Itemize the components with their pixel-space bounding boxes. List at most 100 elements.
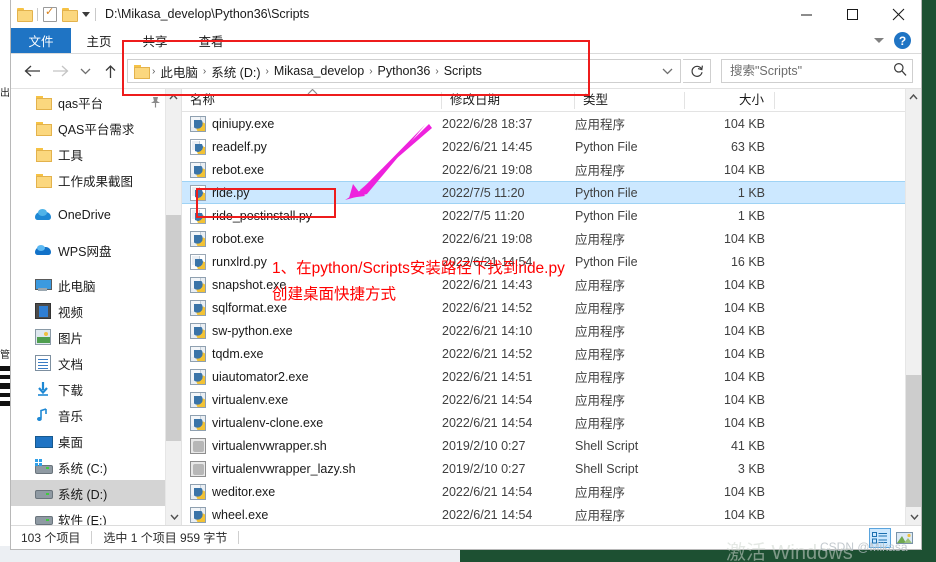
recent-locations-button[interactable]: [75, 58, 95, 84]
scroll-up-icon[interactable]: [166, 89, 181, 105]
file-date-cell: 2022/6/21 14:51: [442, 369, 533, 384]
file-type-cell: Python File: [575, 208, 638, 223]
annotation-text-line1: 1、在python/Scripts安装路径下找到ride.py: [272, 260, 565, 277]
refresh-icon[interactable]: [683, 59, 711, 83]
sidebar-item-12[interactable]: 桌面: [11, 428, 181, 454]
sidebar-item-6[interactable]: 此电脑: [11, 272, 181, 298]
file-name-cell: weditor.exe: [182, 483, 442, 500]
large-icons-view-icon[interactable]: [893, 528, 915, 548]
navigation-scroll-thumb[interactable]: [166, 215, 181, 441]
sidebar-item-label: 软件 (E:): [58, 513, 107, 526]
chevron-down-icon[interactable]: [82, 11, 90, 17]
breadcrumb-item-mikasa-develop[interactable]: Mikasa_develop: [270, 64, 368, 78]
table-row[interactable]: qiniupy.exe 2022/6/28 18:37 应用程序 104 KB: [182, 112, 905, 135]
sidebar-item-9[interactable]: 文档: [11, 350, 181, 376]
sidebar-item-15[interactable]: 软件 (E:): [11, 506, 181, 525]
table-row[interactable]: virtualenv.exe 2022/6/21 14:54 应用程序 104 KB: [182, 388, 905, 411]
file-type-cell: 应用程序: [575, 233, 626, 247]
sidebar-item-label: QAS平台需求: [58, 122, 135, 137]
exe-file-icon: [190, 276, 206, 293]
table-row[interactable]: wheel.exe 2022/6/21 14:54 应用程序 104 KB: [182, 503, 905, 525]
close-icon[interactable]: [875, 0, 921, 28]
forward-button[interactable]: [47, 58, 73, 84]
details-view-icon[interactable]: [869, 527, 891, 548]
scroll-down-icon[interactable]: [166, 509, 181, 525]
maximize-icon[interactable]: [829, 0, 875, 28]
breadcrumb-item-scripts[interactable]: Scripts: [440, 64, 486, 78]
table-row[interactable]: virtualenvwrapper_lazy.sh 2019/2/10 0:27 S…: [182, 457, 905, 480]
table-row[interactable]: robot.exe 2022/6/21 19:08 应用程序 104 KB: [182, 227, 905, 250]
navigation-list: qas平台 QAS平台需求工具 工作成果截图 OneDrive WPS网盘此电脑 视频 图片…: [11, 89, 181, 525]
table-row[interactable]: ride_postinstall.py 2022/7/5 11:20 Python …: [182, 204, 905, 227]
file-type-cell: 应用程序: [575, 348, 626, 362]
table-row[interactable]: virtualenvwrapper.sh 2019/2/10 0:27 Shell …: [182, 434, 905, 457]
sidebar-item-4[interactable]: OneDrive: [11, 202, 181, 228]
pics-icon: [35, 329, 51, 345]
tab-file[interactable]: 文件: [11, 28, 71, 53]
scroll-down-icon[interactable]: [906, 509, 921, 525]
column-header-date[interactable]: 修改日期: [442, 91, 575, 109]
table-row[interactable]: ride.py 2022/7/5 11:20 Python File 1 KB: [182, 181, 905, 204]
properties-checkbox-icon[interactable]: [43, 5, 57, 22]
sidebar-item-11[interactable]: 音乐: [11, 402, 181, 428]
sort-ascending-icon: [307, 89, 318, 98]
breadcrumb-item-this-pc[interactable]: 此电脑: [156, 62, 202, 81]
help-icon[interactable]: ?: [894, 32, 911, 49]
pin-icon[interactable]: [150, 96, 161, 108]
search-icon[interactable]: [893, 62, 907, 81]
file-name-label: ride.py: [212, 185, 250, 200]
column-header-type[interactable]: 类型: [575, 91, 685, 109]
sidebar-item-0[interactable]: qas平台: [11, 89, 181, 115]
back-button[interactable]: [19, 58, 45, 84]
table-row[interactable]: tqdm.exe 2022/6/21 14:52 应用程序 104 KB: [182, 342, 905, 365]
sidebar-item-13[interactable]: 系统 (C:): [11, 454, 181, 480]
desktop-edge-block: [0, 401, 10, 406]
search-input[interactable]: [728, 63, 893, 79]
py-file-icon: [190, 253, 206, 270]
sidebar-item-10[interactable]: 下载: [11, 376, 181, 402]
desktop-edge-block: [0, 375, 10, 379]
table-row[interactable]: weditor.exe 2022/6/21 14:54 应用程序 104 KB: [182, 480, 905, 503]
breadcrumb-bar[interactable]: › 此电脑 › 系统 (D:) › Mikasa_develop › Pytho…: [127, 59, 681, 83]
navigation-scrollbar[interactable]: [165, 89, 181, 525]
table-row[interactable]: virtualenv-clone.exe 2022/6/21 14:54 应用程序 1…: [182, 411, 905, 434]
file-type-cell: 应用程序: [575, 325, 626, 339]
tab-view[interactable]: 查看: [183, 28, 239, 53]
tab-share[interactable]: 共享: [127, 28, 183, 53]
file-size-cell: 104 KB: [723, 162, 765, 177]
breadcrumb-item-python36[interactable]: Python36: [374, 64, 435, 78]
search-box[interactable]: [721, 59, 913, 83]
pc-icon: [35, 277, 52, 293]
table-row[interactable]: sw-python.exe 2022/6/21 14:10 应用程序 104 KB: [182, 319, 905, 342]
chevron-down-icon[interactable]: [658, 67, 676, 75]
sidebar-item-1[interactable]: QAS平台需求: [11, 115, 181, 141]
up-button[interactable]: [97, 58, 123, 84]
file-list-scroll-thumb[interactable]: [906, 375, 921, 507]
file-type-cell: Python File: [575, 254, 638, 269]
scroll-up-icon[interactable]: [906, 89, 921, 105]
column-header-size[interactable]: 大小: [685, 91, 775, 109]
file-name-label: virtualenv-clone.exe: [212, 415, 324, 430]
sidebar-item-7[interactable]: 视频: [11, 298, 181, 324]
view-mode-buttons: [869, 527, 921, 548]
sidebar-item-8[interactable]: 图片: [11, 324, 181, 350]
file-size-cell: 104 KB: [723, 116, 765, 131]
table-row[interactable]: uiautomator2.exe 2022/6/21 14:51 应用程序 104 K…: [182, 365, 905, 388]
new-folder-icon[interactable]: [62, 8, 78, 22]
sidebar-item-5[interactable]: WPS网盘: [11, 237, 181, 263]
minimize-icon[interactable]: [783, 0, 829, 28]
file-list-scrollbar[interactable]: [905, 89, 921, 525]
divider: [37, 7, 38, 21]
sidebar-item-14[interactable]: 系统 (D:): [11, 480, 181, 506]
drive-icon: [35, 511, 53, 525]
chevron-down-icon[interactable]: [874, 38, 884, 43]
breadcrumb-item-drive-d[interactable]: 系统 (D:): [207, 62, 264, 81]
table-row[interactable]: rebot.exe 2022/6/21 19:08 应用程序 104 KB: [182, 158, 905, 181]
windows-flag-icon: [35, 459, 43, 466]
sidebar-item-3[interactable]: 工作成果截图: [11, 167, 181, 193]
table-row[interactable]: readelf.py 2022/6/21 14:45 Python File 63 K…: [182, 135, 905, 158]
sidebar-item-2[interactable]: 工具: [11, 141, 181, 167]
tab-home[interactable]: 主页: [71, 28, 127, 53]
title-bar: D:\Mikasa_develop\Python36\Scripts: [11, 0, 921, 28]
file-name-cell: rebot.exe: [182, 161, 442, 178]
